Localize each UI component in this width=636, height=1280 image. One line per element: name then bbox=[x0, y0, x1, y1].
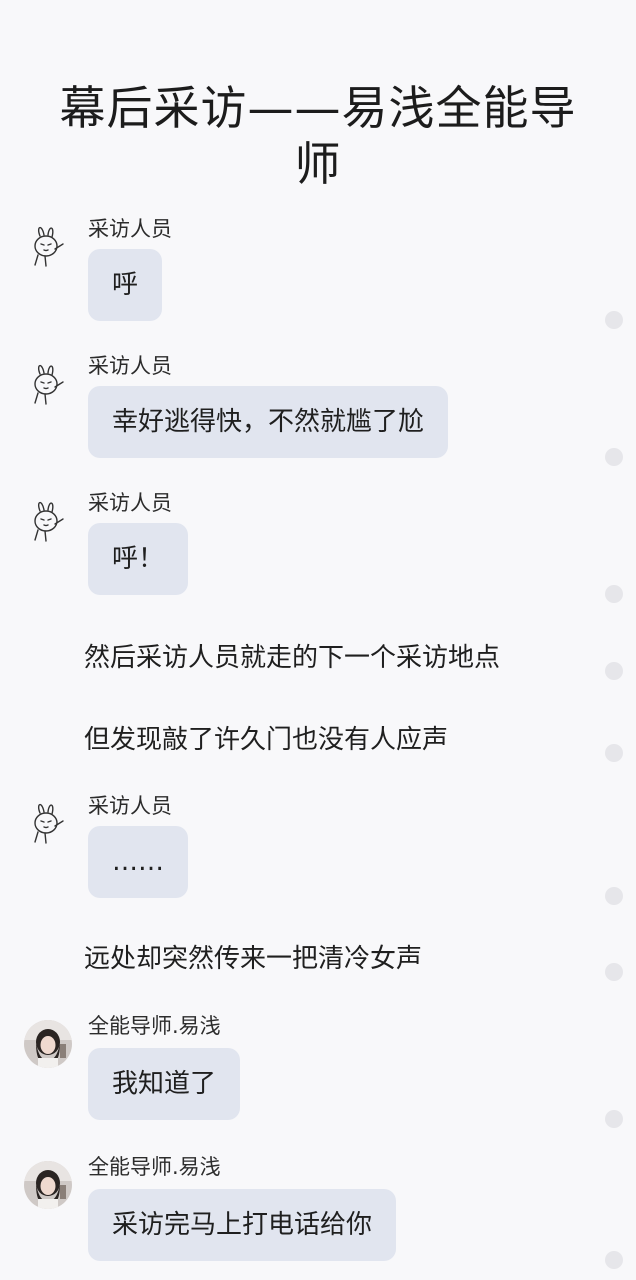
message-bubble[interactable]: 幸好逃得快，不然就尴了尬 bbox=[88, 386, 449, 458]
message-dot-icon[interactable] bbox=[605, 744, 623, 762]
narration-text: 但发现敲了许久门也没有人应声 bbox=[84, 725, 449, 755]
narration-text: 远处却突然传来一把清冷女声 bbox=[84, 944, 423, 974]
sender-name: 采访人员 bbox=[88, 794, 172, 818]
message-dot-icon[interactable] bbox=[605, 1251, 623, 1269]
message-bubble[interactable]: 采访完马上打电话给你 bbox=[88, 1189, 397, 1261]
sender-name: 采访人员 bbox=[88, 217, 172, 241]
message-dot-icon[interactable] bbox=[605, 448, 623, 466]
narration-text: 然后采访人员就走的下一个采访地点 bbox=[84, 643, 501, 673]
rabbit-avatar-icon[interactable] bbox=[24, 360, 72, 408]
message-dot-icon[interactable] bbox=[605, 662, 623, 680]
message-dot-icon[interactable] bbox=[605, 585, 623, 603]
sender-name: 全能导师.易浅 bbox=[88, 1014, 221, 1038]
message-dot-icon[interactable] bbox=[605, 1110, 623, 1128]
mentor-avatar[interactable] bbox=[24, 1161, 72, 1209]
mentor-avatar[interactable] bbox=[24, 1020, 72, 1068]
message-dot-icon[interactable] bbox=[605, 963, 623, 981]
message-bubble[interactable]: 呼 bbox=[88, 249, 163, 321]
message-bubble[interactable]: 我知道了 bbox=[88, 1048, 241, 1120]
rabbit-avatar-icon[interactable] bbox=[24, 497, 72, 545]
message-dot-icon[interactable] bbox=[605, 311, 623, 329]
rabbit-avatar-icon[interactable] bbox=[24, 799, 72, 847]
sender-name: 采访人员 bbox=[88, 354, 172, 378]
sender-name: 全能导师.易浅 bbox=[88, 1155, 221, 1179]
page-title: 幕后采访——易浅全能导师 bbox=[59, 81, 577, 191]
message-dot-icon[interactable] bbox=[605, 887, 623, 905]
message-bubble[interactable]: 呼！ bbox=[88, 523, 189, 595]
sender-name: 采访人员 bbox=[88, 491, 172, 515]
message-bubble[interactable]: …… bbox=[88, 826, 188, 898]
rabbit-avatar-icon[interactable] bbox=[24, 222, 72, 270]
